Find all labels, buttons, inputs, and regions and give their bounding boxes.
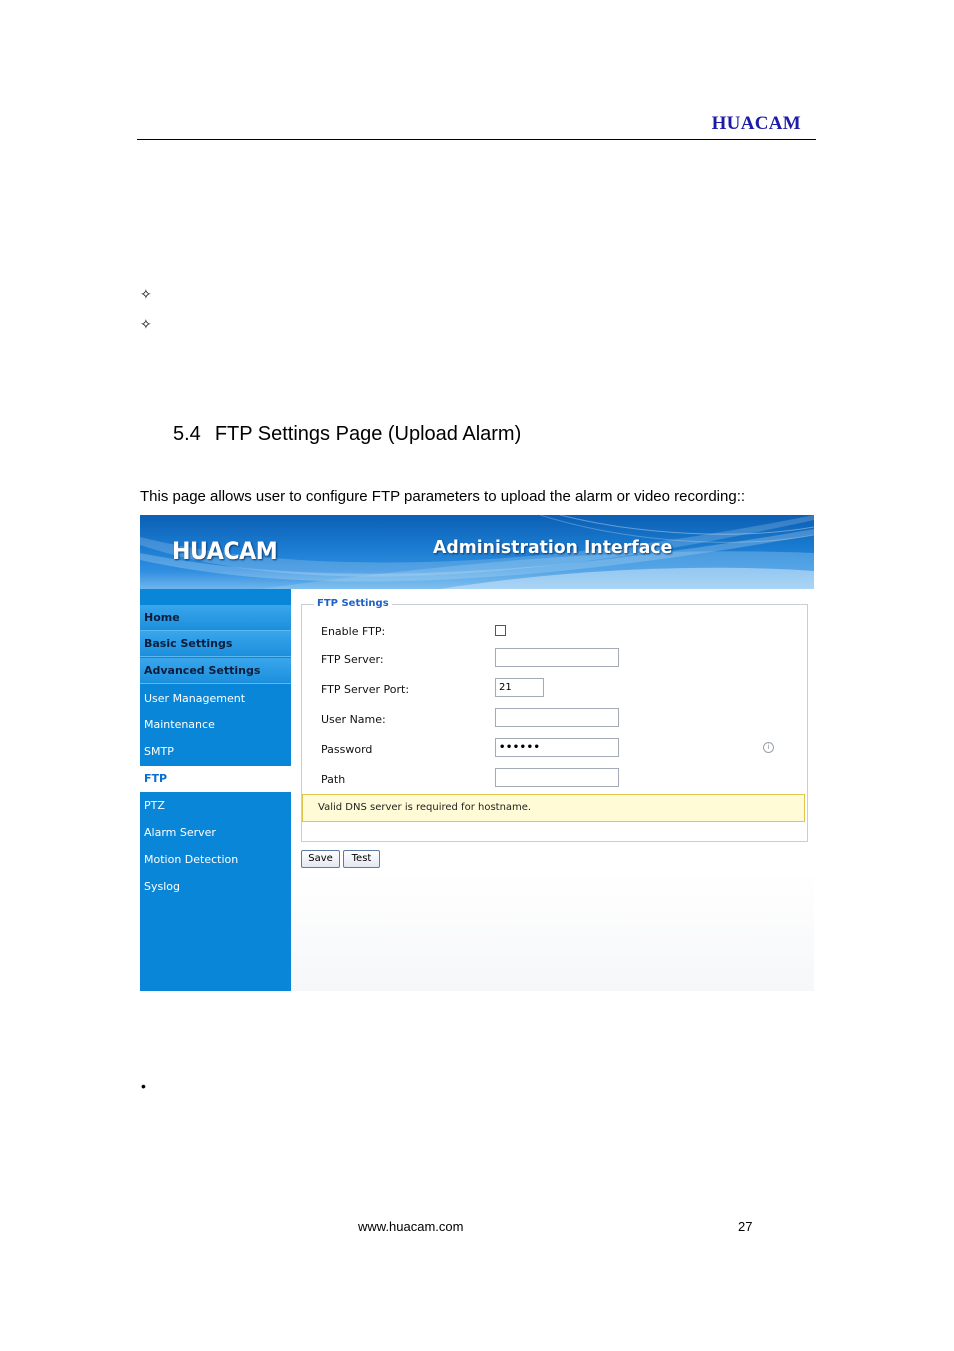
save-button[interactable]: Save <box>301 850 340 868</box>
section-title: FTP Settings Page (Upload Alarm) <box>214 423 522 445</box>
sidebar-item-alarm-server[interactable]: Alarm Server <box>140 820 291 846</box>
banner-title: Administration Interface <box>433 537 673 558</box>
ftp-server-port-input[interactable]: 21 <box>495 678 544 697</box>
sidebar: Home Basic Settings Advanced Settings Us… <box>140 589 291 991</box>
ftp-server-port-label: FTP Server Port: <box>321 683 410 696</box>
sidebar-item-basic-settings[interactable]: Basic Settings <box>140 631 291 657</box>
banner-logo: HUACAM <box>172 537 278 565</box>
sidebar-item-motion-detection[interactable]: Motion Detection <box>140 847 291 873</box>
footer-page-number: 27 <box>738 1219 753 1234</box>
password-label: Password <box>321 743 373 756</box>
test-button[interactable]: Test <box>343 850 380 868</box>
sidebar-item-maintenance[interactable]: Maintenance <box>140 712 291 738</box>
intro-paragraph: This page allows user to configure FTP p… <box>140 488 746 505</box>
sidebar-item-syslog[interactable]: Syslog <box>140 874 291 900</box>
footer-url: www.huacam.com <box>358 1219 464 1234</box>
dns-warning-message: Valid DNS server is required for hostnam… <box>302 794 805 822</box>
content-panel: Enable FTP: FTP Server: FTP Server Port:… <box>291 589 814 991</box>
path-label: Path <box>321 773 346 786</box>
header-brand: HUACAM <box>711 113 801 134</box>
sidebar-item-home[interactable]: Home <box>140 605 291 631</box>
header-rule <box>137 139 816 140</box>
ftp-settings-legend: FTP Settings <box>314 598 392 609</box>
sidebar-item-user-management[interactable]: User Management <box>140 686 291 712</box>
password-input[interactable]: •••••• <box>495 738 619 757</box>
enable-ftp-checkbox[interactable] <box>495 625 506 636</box>
enable-ftp-label: Enable FTP: <box>321 625 386 638</box>
list-bullet: • <box>141 1078 146 1094</box>
section-number: 5.4 <box>173 423 201 445</box>
diamond-bullet-icon: ✧ <box>140 317 152 333</box>
ftp-server-input[interactable] <box>495 648 619 667</box>
ftp-server-label: FTP Server: <box>321 653 384 666</box>
sidebar-item-ptz[interactable]: PTZ <box>140 793 291 819</box>
section-heading: 5.4 FTP Settings Page (Upload Alarm) <box>173 423 521 446</box>
sidebar-item-advanced-settings[interactable]: Advanced Settings <box>140 658 291 684</box>
sidebar-item-ftp[interactable]: FTP <box>140 766 291 792</box>
admin-screenshot: HUACAM Administration Interface Home Bas… <box>140 515 814 991</box>
user-name-label: User Name: <box>321 713 386 726</box>
info-icon[interactable]: i <box>763 742 774 753</box>
admin-banner: HUACAM Administration Interface <box>140 515 814 589</box>
path-input[interactable] <box>495 768 619 787</box>
user-name-input[interactable] <box>495 708 619 727</box>
sidebar-item-smtp[interactable]: SMTP <box>140 739 291 765</box>
diamond-bullet-icon: ✧ <box>140 287 152 303</box>
